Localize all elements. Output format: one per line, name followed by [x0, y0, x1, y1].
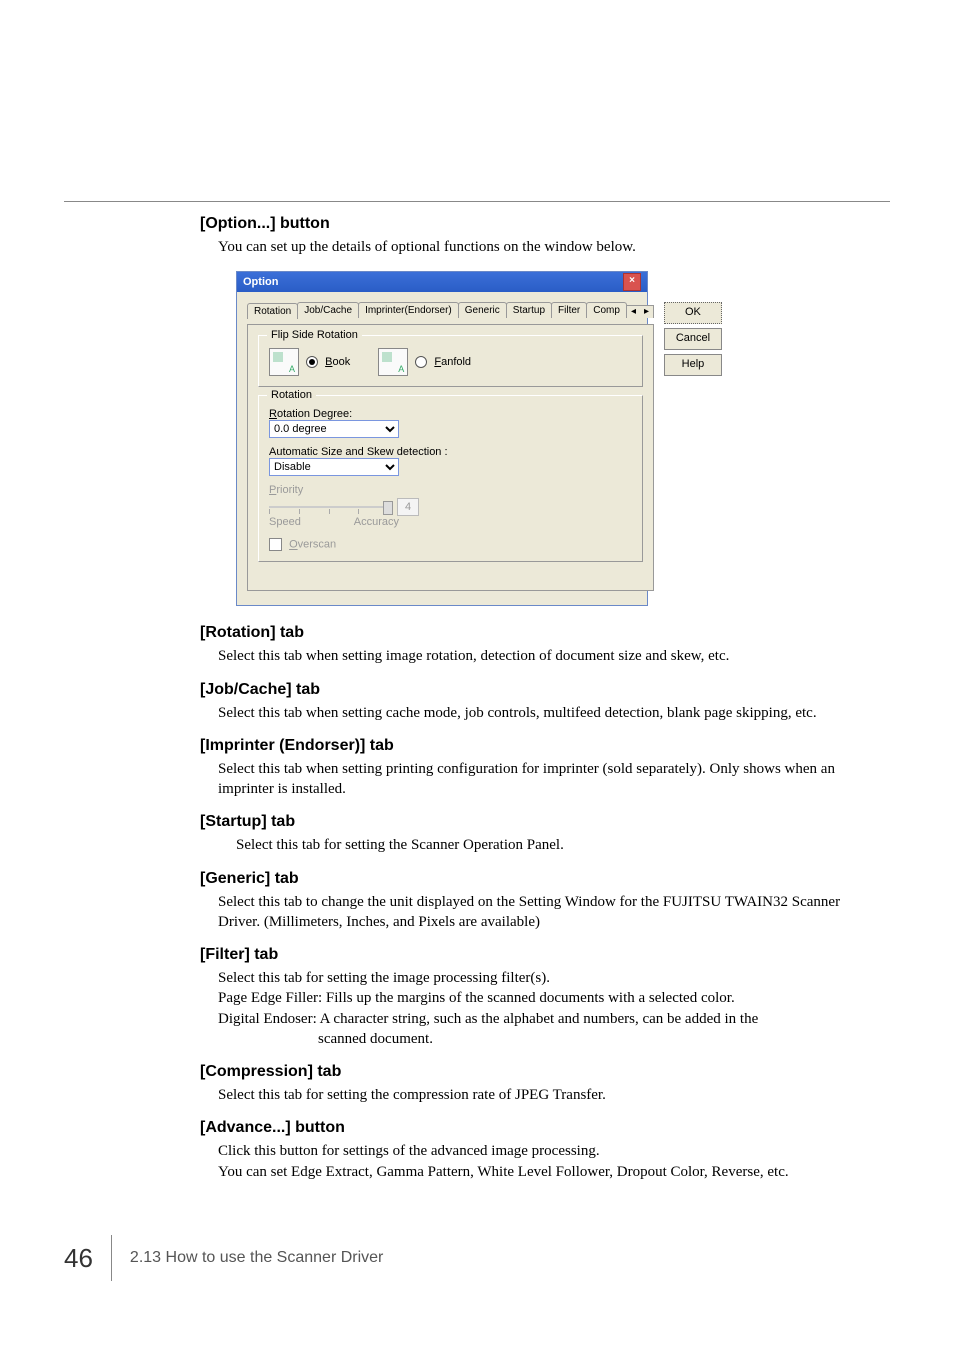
tab-filter[interactable]: Filter — [551, 302, 587, 318]
text-startup: Select this tab for setting the Scanner … — [236, 835, 874, 855]
page-footer: 46 2.13 How to use the Scanner Driver — [64, 1235, 890, 1281]
text-rotation: Select this tab when setting image rotat… — [218, 646, 874, 666]
heading-jobcache: [Job/Cache] tab — [200, 681, 874, 699]
radio-book-label: Book — [325, 356, 350, 368]
priority-slider-thumb[interactable] — [383, 501, 393, 515]
text-advance-1: Click this button for settings of the ad… — [218, 1141, 874, 1161]
tab-scroll-right-icon[interactable]: ▸ — [640, 306, 653, 318]
content-area: [Option...] button You can set up the de… — [200, 215, 874, 1196]
tab-imprinter[interactable]: Imprinter(Endorser) — [358, 302, 459, 318]
overscan-checkbox[interactable] — [269, 538, 282, 551]
tab-scroll-left-icon[interactable]: ◂ — [627, 306, 640, 318]
heading-imprinter: [Imprinter (Endorser)] tab — [200, 737, 874, 755]
dialog-pane: Flip Side Rotation Book — [247, 324, 654, 591]
rotation-degree-label: Rotation Degree: — [269, 408, 632, 420]
radio-book[interactable] — [306, 356, 318, 368]
close-icon[interactable]: × — [623, 273, 641, 291]
auto-detect-label: Automatic Size and Skew detection : — [269, 446, 632, 458]
text-filter-1: Select this tab for setting the image pr… — [218, 968, 874, 988]
group-flip-side-rotation: Flip Side Rotation Book — [258, 335, 643, 387]
header-rule — [64, 201, 890, 202]
heading-advance: [Advance...] button — [200, 1119, 874, 1137]
text-option: You can set up the details of optional f… — [218, 237, 874, 257]
heading-compression: [Compression] tab — [200, 1063, 874, 1081]
text-filter-2: Page Edge Filler: Fills up the margins o… — [218, 988, 874, 1008]
option-dialog: Option × Rotation Job/Cache Imprinter(En… — [236, 271, 648, 606]
tab-generic[interactable]: Generic — [458, 302, 507, 318]
group-rotation-label: Rotation — [267, 389, 316, 401]
tab-startup[interactable]: Startup — [506, 302, 552, 318]
priority-label: Priority — [269, 484, 632, 496]
ok-button[interactable]: OK — [664, 302, 722, 324]
dialog-title: Option — [243, 272, 278, 292]
text-generic: Select this tab to change the unit displ… — [218, 892, 874, 933]
text-imprinter: Select this tab when setting printing co… — [218, 759, 874, 800]
text-advance-2: You can set Edge Extract, Gamma Pattern,… — [218, 1162, 874, 1182]
group-rotation: Rotation Rotation Degree: 0.0 degree Aut… — [258, 395, 643, 562]
heading-startup: [Startup] tab — [200, 813, 874, 831]
priority-accuracy-label: Accuracy — [354, 516, 399, 528]
text-filter-3b: scanned document. — [318, 1029, 874, 1049]
radio-fanfold-label: Fanfold — [434, 356, 471, 368]
rotation-degree-select[interactable]: 0.0 degree — [269, 420, 399, 438]
tab-rotation[interactable]: Rotation — [247, 303, 298, 319]
overscan-label: Overscan — [289, 539, 336, 551]
priority-value: 4 — [397, 498, 419, 516]
heading-option: [Option...] button — [200, 215, 874, 233]
text-jobcache: Select this tab when setting cache mode,… — [218, 703, 874, 723]
group-flip-label: Flip Side Rotation — [267, 329, 362, 341]
fanfold-icon — [378, 348, 408, 376]
footer-divider — [111, 1235, 112, 1281]
page-number: 46 — [64, 1243, 111, 1274]
book-icon — [269, 348, 299, 376]
priority-speed-label: Speed — [269, 516, 301, 528]
heading-filter: [Filter] tab — [200, 946, 874, 964]
auto-detect-select[interactable]: Disable — [269, 458, 399, 476]
help-button[interactable]: Help — [664, 354, 722, 376]
tab-jobcache[interactable]: Job/Cache — [297, 302, 359, 318]
radio-fanfold[interactable] — [415, 356, 427, 368]
dialog-titlebar[interactable]: Option × — [237, 272, 647, 292]
footer-text: 2.13 How to use the Scanner Driver — [130, 1249, 383, 1267]
tab-compression[interactable]: Comp — [586, 302, 627, 318]
dialog-tabs: Rotation Job/Cache Imprinter(Endorser) G… — [247, 302, 654, 318]
text-compression: Select this tab for setting the compress… — [218, 1085, 874, 1105]
heading-rotation: [Rotation] tab — [200, 624, 874, 642]
priority-slider: 4 — [269, 498, 632, 516]
heading-generic: [Generic] tab — [200, 870, 874, 888]
cancel-button[interactable]: Cancel — [664, 328, 722, 350]
text-filter-3: Digital Endoser: A character string, suc… — [218, 1009, 874, 1029]
